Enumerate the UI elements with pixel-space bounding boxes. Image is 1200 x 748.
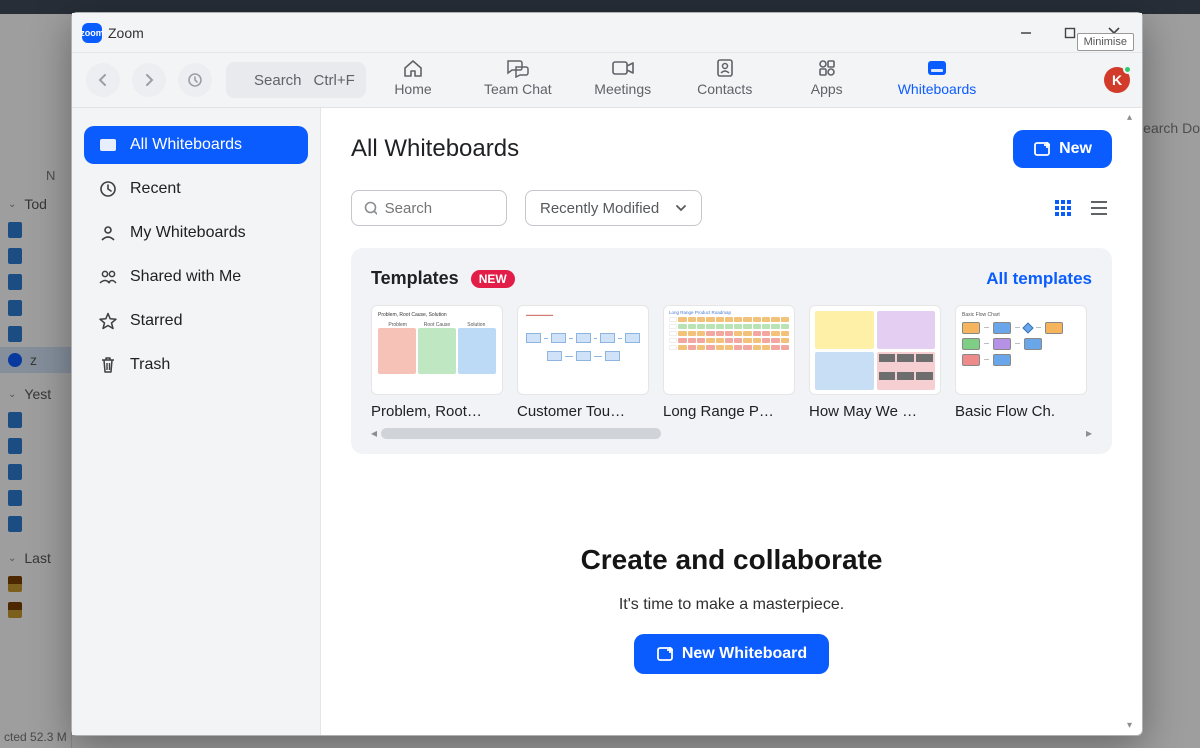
chevron-right-icon xyxy=(143,74,155,86)
sidebar-item-trash[interactable]: Trash xyxy=(84,346,308,384)
bg-section-lastweek: ⌄Last xyxy=(0,545,71,571)
sidebar-item-recent[interactable]: Recent xyxy=(84,170,308,208)
sidebar-item-all-whiteboards[interactable]: All Whiteboards xyxy=(84,126,308,164)
sidebar-item-starred[interactable]: Starred xyxy=(84,302,308,340)
template-card[interactable]: Basic Flow Chart ——— —— — Basic Flow xyxy=(955,305,1087,420)
sort-dropdown[interactable]: Recently Modified xyxy=(525,190,702,226)
global-search-label: Search xyxy=(254,72,302,89)
whiteboard-search-input[interactable] xyxy=(385,200,494,217)
zoom-logo-icon: zoom xyxy=(82,23,102,43)
trash-icon xyxy=(98,356,118,374)
global-search-shortcut: Ctrl+F xyxy=(314,72,355,89)
chevron-down-icon xyxy=(675,202,687,214)
video-icon xyxy=(611,57,635,79)
new-plus-icon xyxy=(1033,140,1051,158)
template-caption: Basic Flow Ch. xyxy=(955,403,1087,420)
list-view-button[interactable] xyxy=(1090,199,1112,217)
sidebar-item-my-whiteboards[interactable]: My Whiteboards xyxy=(84,214,308,252)
templates-scrollbar[interactable]: ◂ ▸ xyxy=(371,426,1092,440)
bg-search-hint: Search Do xyxy=(1134,120,1200,136)
search-icon xyxy=(364,201,377,216)
whiteboard-icon xyxy=(926,57,948,79)
people-icon xyxy=(98,268,118,286)
bg-section-today: ⌄Tod xyxy=(0,191,71,217)
templates-row: Problem, Root Cause, Solution ProblemRoo… xyxy=(371,305,1092,420)
list-icon xyxy=(1090,199,1108,217)
scroll-down-icon[interactable]: ▾ xyxy=(1127,720,1139,731)
template-caption: How May We … xyxy=(809,403,941,420)
star-icon xyxy=(98,312,118,330)
titlebar: zoom Zoom xyxy=(72,13,1142,53)
zoom-window: zoom Zoom Minimise Search Ctrl+F xyxy=(71,12,1143,736)
empty-subtext: It's time to make a masterpiece. xyxy=(619,596,844,614)
view-toggles xyxy=(1054,199,1112,217)
person-icon xyxy=(98,224,118,242)
contacts-icon xyxy=(715,57,735,79)
scroll-left-icon[interactable]: ◂ xyxy=(371,426,377,440)
sidebar: All Whiteboards Recent My Whiteboards Sh… xyxy=(72,108,321,735)
whiteboard-search[interactable] xyxy=(351,190,507,226)
sidebar-item-shared[interactable]: Shared with Me xyxy=(84,258,308,296)
tab-apps[interactable]: Apps xyxy=(796,53,858,97)
empty-state: Create and collaborate It's time to make… xyxy=(321,544,1142,674)
home-icon xyxy=(402,57,424,79)
templates-card: Templates NEW All templates Problem, Roo… xyxy=(351,248,1112,454)
templates-heading: Templates xyxy=(371,268,459,289)
templates-new-badge: NEW xyxy=(471,270,515,288)
template-card[interactable]: How May We … xyxy=(809,305,941,420)
history-button[interactable] xyxy=(178,63,212,97)
content-scrollbar[interactable]: ▴ ▾ xyxy=(1127,112,1139,731)
tab-contacts[interactable]: Contacts xyxy=(694,53,756,97)
new-button[interactable]: New xyxy=(1013,130,1112,168)
nav-back-button[interactable] xyxy=(86,63,120,97)
bg-section-yesterday: ⌄Yest xyxy=(0,381,71,407)
maximize-icon xyxy=(1063,26,1077,40)
presence-indicator xyxy=(1123,65,1132,74)
empty-heading: Create and collaborate xyxy=(581,544,883,576)
scroll-up-icon[interactable]: ▴ xyxy=(1127,112,1139,123)
tab-home[interactable]: Home xyxy=(382,53,444,97)
window-title: Zoom xyxy=(108,25,144,41)
bg-column-name: N xyxy=(0,168,71,183)
new-whiteboard-button[interactable]: New Whiteboard xyxy=(634,634,829,674)
whiteboard-small-icon xyxy=(98,138,118,152)
bg-zoom-filename: z xyxy=(30,352,37,368)
tab-whiteboards[interactable]: Whiteboards xyxy=(898,53,977,97)
scroll-right-icon[interactable]: ▸ xyxy=(1086,426,1092,440)
tab-meetings[interactable]: Meetings xyxy=(592,53,654,97)
new-plus-icon xyxy=(656,645,674,663)
bg-footer: cted 52.3 M xyxy=(4,730,67,744)
main-toolbar: Search Ctrl+F Home Team Chat Meetings Co… xyxy=(72,53,1142,108)
template-card[interactable]: Long Range Product Roadmap Long Range P… xyxy=(663,305,795,420)
template-caption: Customer Tou… xyxy=(517,403,649,420)
minimize-button[interactable] xyxy=(1004,17,1048,49)
chevron-left-icon xyxy=(97,74,109,86)
minimize-icon xyxy=(1019,26,1033,40)
template-card[interactable]: ━━━━━━━━━ Customer Tou… xyxy=(517,305,649,420)
main-content: All Whiteboards New Recently Modified xyxy=(321,108,1142,735)
grid-view-button[interactable] xyxy=(1054,199,1076,217)
nav-tabs: Home Team Chat Meetings Contacts Apps Wh… xyxy=(382,53,1022,107)
global-search[interactable]: Search Ctrl+F xyxy=(226,62,366,98)
page-title: All Whiteboards xyxy=(351,135,519,163)
all-templates-link[interactable]: All templates xyxy=(986,269,1092,289)
chat-icon xyxy=(506,57,530,79)
history-icon xyxy=(187,72,203,88)
template-card[interactable]: Problem, Root Cause, Solution ProblemRoo… xyxy=(371,305,503,420)
template-caption: Problem, Root… xyxy=(371,403,503,420)
nav-forward-button[interactable] xyxy=(132,63,166,97)
clock-icon xyxy=(98,180,118,198)
template-caption: Long Range P… xyxy=(663,403,795,420)
scroll-thumb[interactable] xyxy=(381,428,661,439)
tab-team-chat[interactable]: Team Chat xyxy=(484,53,552,97)
grid-icon xyxy=(1054,199,1072,217)
minimize-tooltip: Minimise xyxy=(1077,33,1134,51)
apps-icon xyxy=(817,57,837,79)
